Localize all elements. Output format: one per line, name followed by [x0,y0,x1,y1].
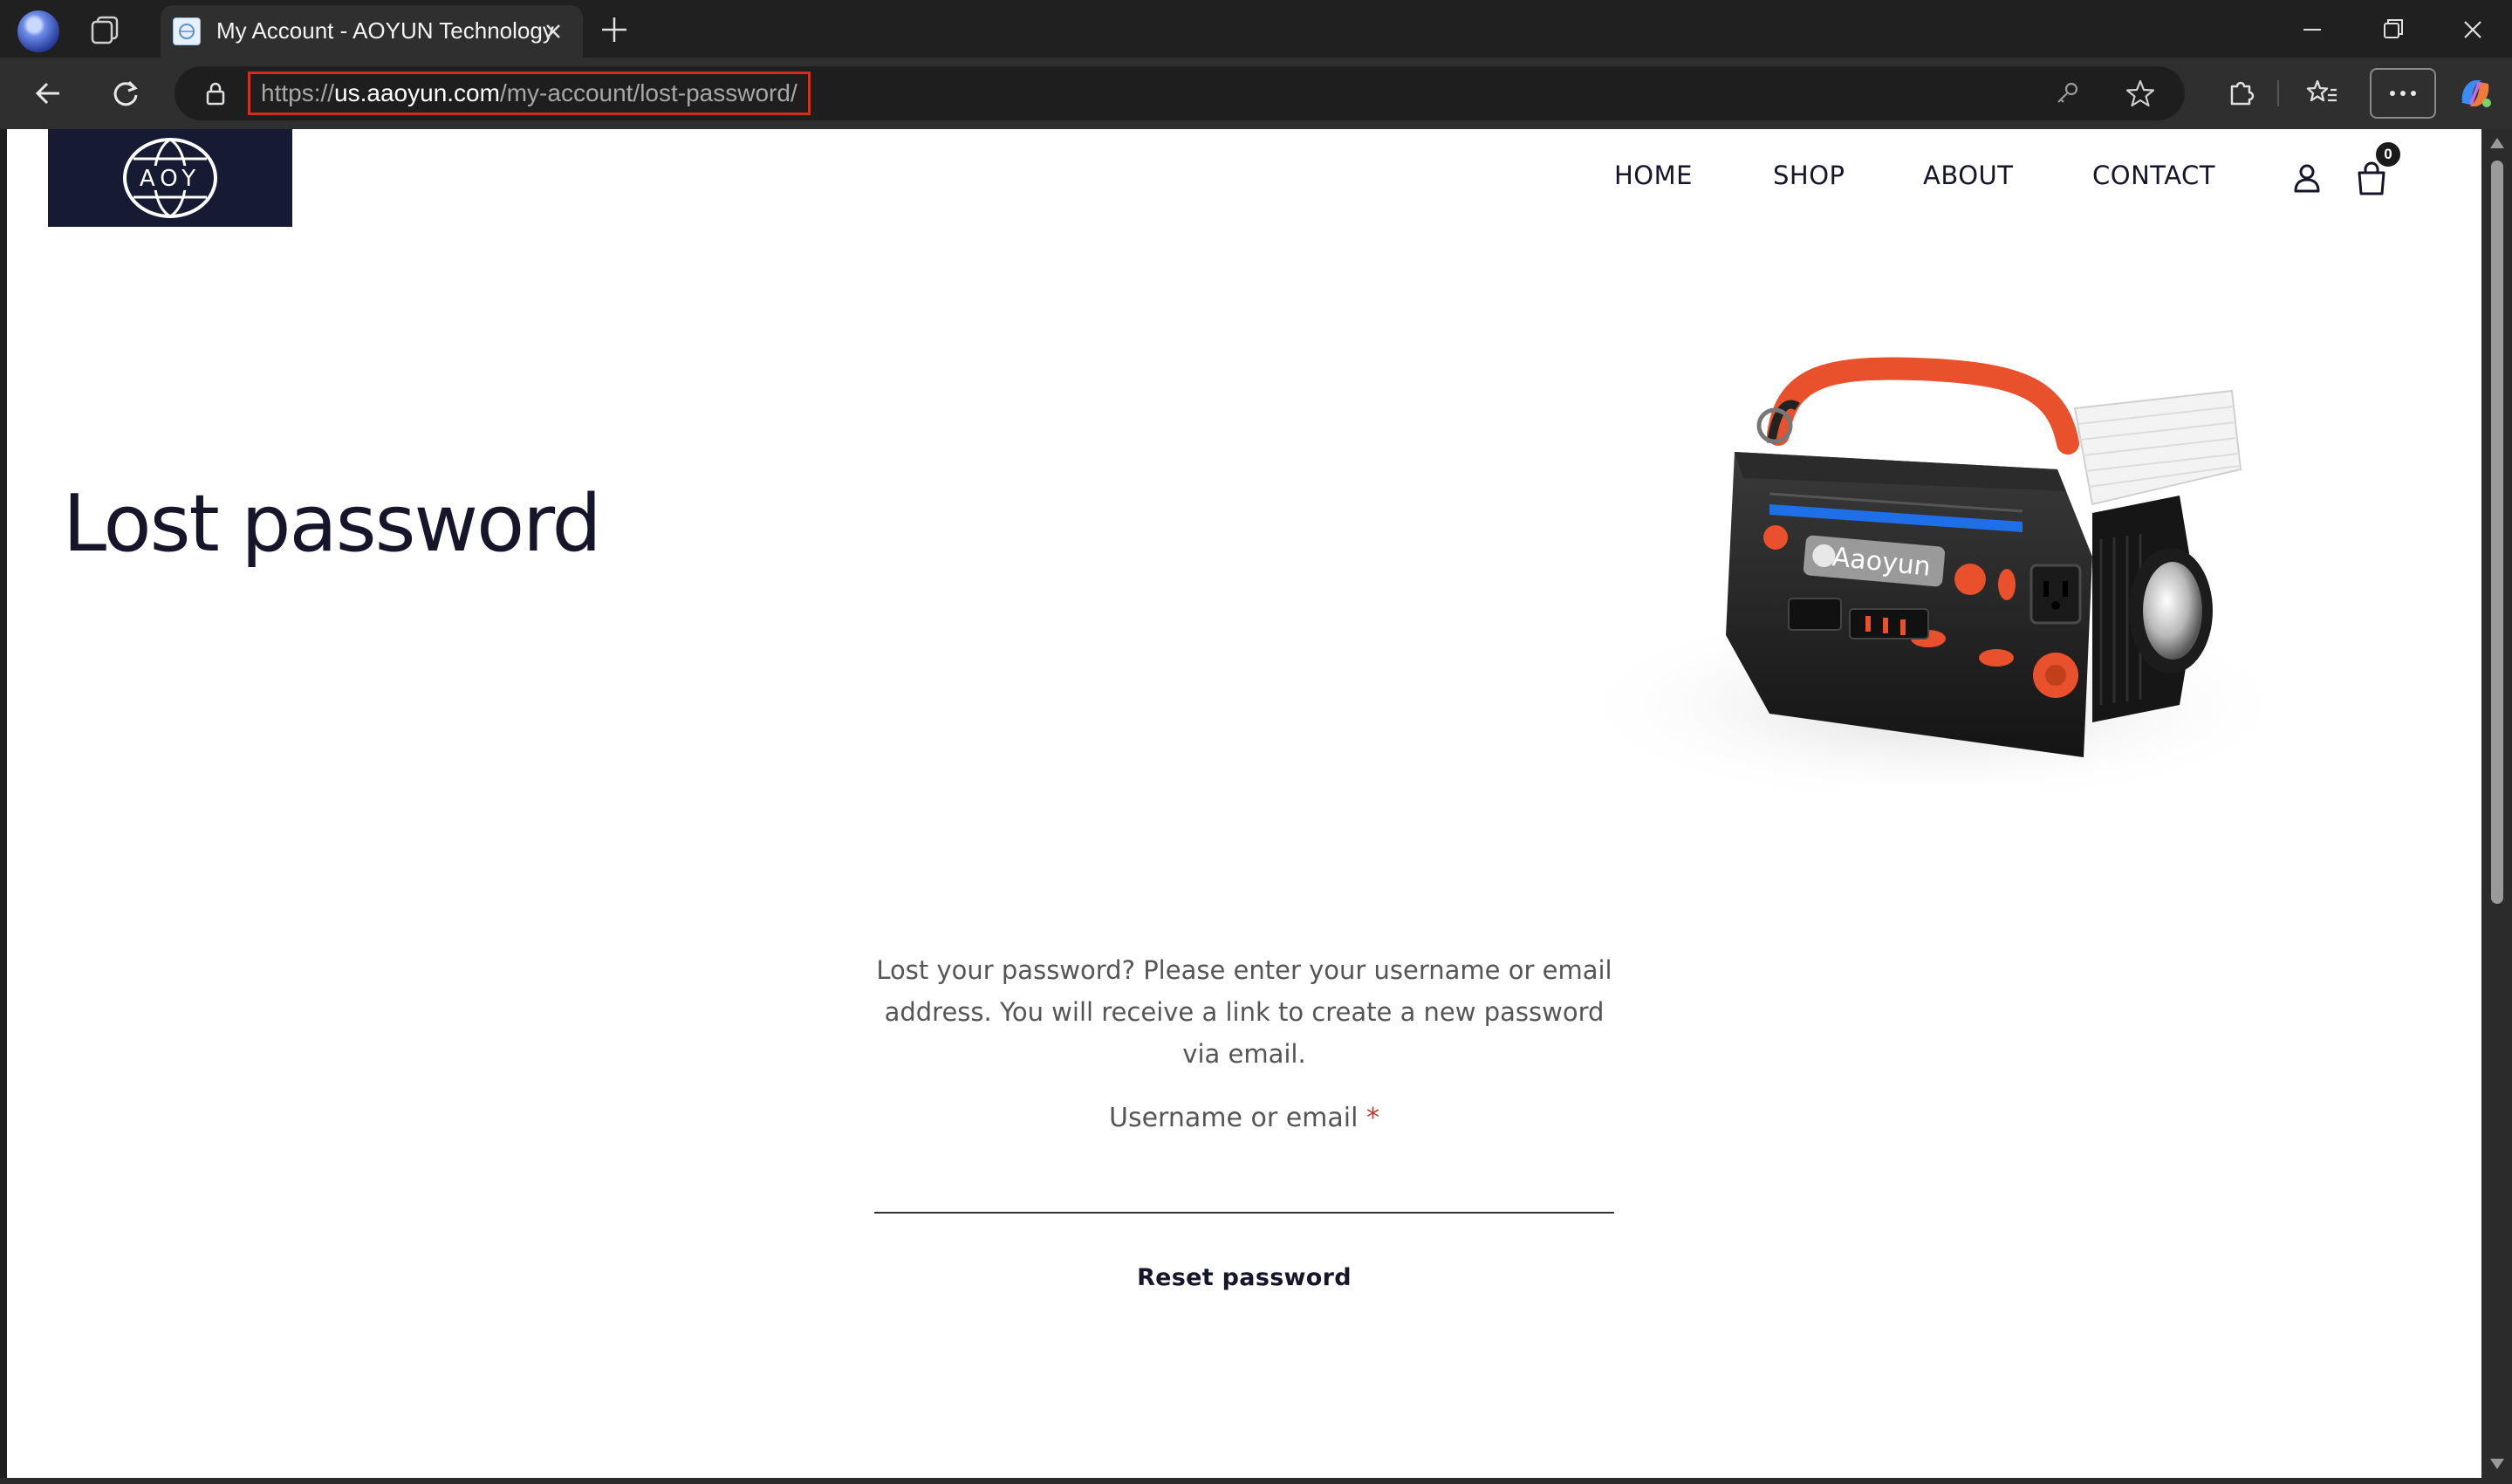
globe-logo-icon: AOY [123,138,217,218]
toolbar-divider [2277,80,2279,106]
reload-icon[interactable] [101,69,150,118]
browser-tab[interactable]: My Account - AOYUN Technology [161,5,583,58]
web-page: AOY HOME SHOP ABOUT CONTACT 0 Lost passw… [7,129,2481,1478]
lost-password-form: Lost your password? Please enter your us… [869,949,1619,1291]
back-arrow-icon[interactable] [24,69,73,118]
minimize-icon[interactable] [2286,9,2338,51]
tab-title: My Account - AOYUN Technology [216,17,554,44]
instructions-text: Lost your password? Please enter your us… [876,955,1612,1069]
copilot-icon[interactable] [2454,72,2497,115]
logo-text: AOY [140,166,201,192]
password-key-icon[interactable] [2052,79,2082,108]
page-title: Lost password [63,478,602,570]
product-hero-image: Aaoyun [1569,339,2310,810]
new-tab-icon[interactable] [597,12,632,47]
cart-count-badge: 0 [2373,140,2403,169]
tab-actions-icon[interactable] [89,14,124,45]
account-user-icon[interactable] [2290,161,2324,195]
reset-password-button[interactable]: Reset password [1137,1264,1352,1291]
nav-contact[interactable]: CONTACT [2092,161,2215,190]
nav-about[interactable]: ABOUT [1923,161,2014,190]
extensions-icon[interactable] [2216,69,2265,118]
tab-close-icon[interactable] [537,16,569,47]
scroll-thumb[interactable] [2491,161,2503,904]
page-scrollbar[interactable] [2481,129,2512,1478]
browser-tab-strip: My Account - AOYUN Technology [0,0,2512,58]
username-email-label: Username or email * [869,1103,1619,1133]
profile-avatar[interactable] [17,10,59,52]
username-email-input[interactable] [874,1168,1614,1214]
url-scheme: https:// [261,79,335,106]
scroll-down-arrow-icon[interactable] [2490,1459,2504,1469]
address-bar[interactable]: https://us.aaoyun.com/my-account/lost-pa… [175,66,2185,120]
more-options-icon[interactable] [2370,68,2436,119]
nav-home[interactable]: HOME [1614,161,1693,190]
scroll-up-arrow-icon[interactable] [2490,138,2504,148]
nav-shop[interactable]: SHOP [1773,161,1845,190]
favorite-star-icon[interactable] [2124,77,2157,110]
field-label-text: Username or email [1109,1103,1359,1133]
restore-icon[interactable] [2366,9,2419,51]
lock-icon[interactable] [202,80,229,106]
url-path: /my-account/lost-password/ [499,79,797,106]
window-bottom-edge [0,1478,2512,1484]
site-favicon-icon [173,17,201,45]
browser-toolbar: https://us.aaoyun.com/my-account/lost-pa… [0,58,2512,129]
required-asterisk: * [1366,1103,1379,1133]
site-logo[interactable]: AOY [48,129,292,227]
url-host: us.aaoyun.com [334,79,500,106]
favorites-icon[interactable] [2298,69,2347,118]
url-text[interactable]: https://us.aaoyun.com/my-account/lost-pa… [248,72,811,115]
window-close-icon[interactable] [2447,9,2499,51]
